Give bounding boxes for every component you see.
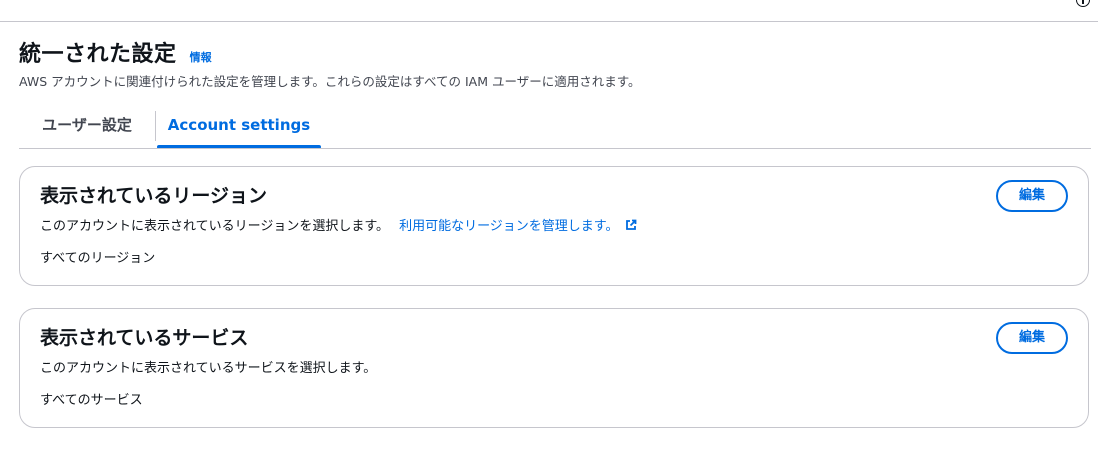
page-description: AWS アカウントに関連付けられた設定を管理します。これらの設定はすべての IA… (19, 74, 641, 89)
manage-regions-link[interactable]: 利用可能なリージョンを管理します。 (399, 219, 636, 234)
regions-description-text: このアカウントに表示されているリージョンを選択します。 (40, 219, 390, 234)
tab-account-settings[interactable]: Account settings (157, 105, 321, 148)
tabs-divider (19, 148, 1091, 149)
page-title: 統一された設定 (19, 42, 177, 67)
edit-regions-button[interactable]: 編集 (996, 180, 1068, 212)
settings-tabs: ユーザー設定 Account settings (19, 105, 1091, 149)
info-link[interactable]: 情報 (190, 49, 212, 65)
external-link-icon (625, 219, 636, 230)
info-icon[interactable] (1076, 0, 1090, 7)
manage-regions-link-label[interactable]: 利用可能なリージョンを管理します。 (399, 219, 618, 234)
tab-user-settings[interactable]: ユーザー設定 (19, 105, 155, 148)
page-header: 統一された設定 情報 (19, 36, 212, 68)
top-divider (0, 21, 1098, 22)
card-title-regions: 表示されているリージョン (40, 185, 268, 207)
card-value-regions: すべてのリージョン (40, 251, 156, 266)
card-title-services: 表示されているサービス (40, 327, 249, 349)
card-description-services: このアカウントに表示されているサービスを選択します。 (40, 361, 377, 376)
card-description-regions: このアカウントに表示されているリージョンを選択します。 利用可能なリージョンを管理… (40, 215, 637, 234)
card-value-services: すべてのサービス (40, 393, 143, 408)
visible-regions-card: 表示されているリージョン このアカウントに表示されているリージョンを選択します。… (19, 166, 1089, 286)
visible-services-card: 表示されているサービス このアカウントに表示されているサービスを選択します。 す… (19, 308, 1089, 428)
tab-separator (155, 111, 156, 141)
edit-services-button[interactable]: 編集 (996, 322, 1068, 354)
